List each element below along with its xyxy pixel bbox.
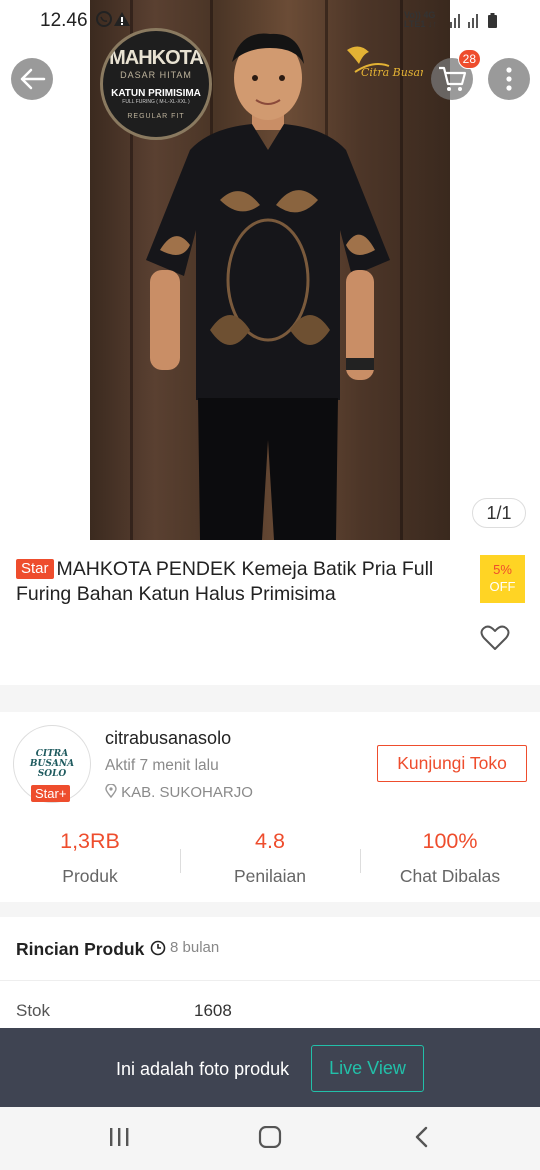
recent-apps-icon: [110, 1128, 129, 1146]
product-screen: MAHKOTA DASAR HITAM KATUN PRIMISIMA FULL…: [0, 0, 540, 1170]
stock-value: 1608: [194, 1001, 232, 1020]
shop-stats: 1,3RB Produk 4.8 Penilaian 100% Chat Dib…: [0, 825, 540, 890]
cart-button[interactable]: 28: [431, 49, 481, 100]
product-title-section: Star MAHKOTA PENDEK Kemeja Batik Pria Ful…: [0, 540, 540, 685]
details-divider: [0, 980, 540, 981]
product-details-section: Rincian Produk 8 bulan Stok 1608: [0, 917, 540, 1032]
discount-percent: 5%: [493, 562, 512, 577]
image-counter: 1/1: [472, 498, 526, 528]
star-badge: Star: [16, 559, 54, 579]
photo-product-logo: MAHKOTA DASAR HITAM KATUN PRIMISIMA FULL…: [100, 28, 212, 140]
back-nav-button[interactable]: [402, 1121, 442, 1153]
shop-section: CITRA BUSANA SOLO Star+ citrabusanasolo …: [0, 712, 540, 902]
shop-location: KAB. SUKOHARJO: [105, 783, 253, 801]
product-title-text: MAHKOTA PENDEK Kemeja Batik Pria Full Fu…: [16, 558, 434, 605]
star-plus-badge: Star+: [31, 785, 71, 802]
section-divider: [0, 902, 540, 917]
more-options-button[interactable]: [488, 58, 530, 100]
chevron-left-icon: [415, 1126, 428, 1148]
stat-value: 4.8: [255, 829, 285, 853]
shop-location-text: KAB. SUKOHARJO: [121, 784, 253, 801]
logo-line3: KATUN PRIMISIMA: [111, 88, 201, 99]
logo-line5: REGULAR FIT: [127, 113, 185, 120]
more-vertical-icon: [506, 67, 512, 91]
network-indicator: Vo)) 4G LTE1 ↓↑: [404, 11, 437, 29]
stat-rating[interactable]: 4.8 Penilaian: [180, 825, 360, 890]
clock-icon: [150, 940, 166, 955]
stat-label: Chat Dibalas: [399, 866, 501, 886]
shop-avatar-text: CITRA BUSANA SOLO: [29, 749, 75, 779]
network-line2: LTE1 ↓↑: [404, 19, 437, 29]
live-view-banner: Ini adalah foto produk Live View: [0, 1028, 540, 1107]
product-title: Star MAHKOTA PENDEK Kemeja Batik Pria Ful…: [16, 557, 466, 607]
signal-battery-icon: [446, 12, 506, 33]
stat-chat-response[interactable]: 100% Chat Dibalas: [360, 825, 540, 890]
stock-label: Stok: [16, 1001, 51, 1020]
home-icon: [258, 1126, 282, 1148]
stat-divider: [180, 849, 181, 873]
svg-text:Citra Busana: Citra Busana: [361, 66, 423, 79]
visit-shop-button[interactable]: Kunjungi Toko: [377, 745, 527, 782]
back-arrow-icon: [20, 68, 46, 90]
stat-label: Produk: [62, 866, 118, 886]
discount-badge: 5% OFF: [480, 555, 525, 603]
system-nav-bar: [0, 1107, 540, 1170]
logo-line4: FULL FURING ( M-L-XL-XXL ): [122, 99, 190, 105]
whatsapp-alert-icon: [96, 11, 130, 27]
discount-label: OFF: [489, 579, 516, 594]
shop-name[interactable]: citrabusanasolo: [105, 728, 231, 749]
cart-count-badge: 28: [457, 49, 481, 69]
details-time-text: 8 bulan: [170, 939, 220, 956]
home-button[interactable]: [250, 1121, 290, 1153]
section-divider: [0, 685, 540, 712]
stat-label: Penilaian: [234, 866, 306, 886]
details-title: Rincian Produk: [16, 939, 145, 959]
back-button[interactable]: [11, 58, 53, 100]
cart-icon: [439, 66, 467, 91]
notification-icons: [96, 10, 136, 33]
status-time: 12.46: [40, 10, 88, 31]
wishlist-button[interactable]: [480, 624, 510, 657]
details-time: 8 bulan: [150, 939, 219, 956]
stat-divider: [360, 849, 361, 873]
brand-watermark-icon: Citra Busana: [347, 46, 434, 79]
shop-active-status: Aktif 7 menit lalu: [105, 757, 219, 774]
stat-value: 1,3RB: [60, 829, 120, 853]
logo-line2: DASAR HITAM: [120, 70, 192, 80]
stat-products[interactable]: 1,3RB Produk: [0, 825, 180, 890]
logo-line1: MAHKOTA: [109, 47, 204, 69]
stat-value: 100%: [422, 829, 478, 853]
brand-watermark: Citra Busana: [343, 42, 434, 83]
status-bar: 12.46 Vo)) 4G LTE1 ↓↑: [0, 0, 540, 42]
banner-text: Ini adalah foto produk: [116, 1059, 290, 1079]
live-view-button[interactable]: Live View: [311, 1045, 424, 1092]
location-pin-icon: [105, 783, 117, 799]
recent-apps-button[interactable]: [99, 1121, 139, 1153]
heart-icon: [480, 625, 510, 650]
